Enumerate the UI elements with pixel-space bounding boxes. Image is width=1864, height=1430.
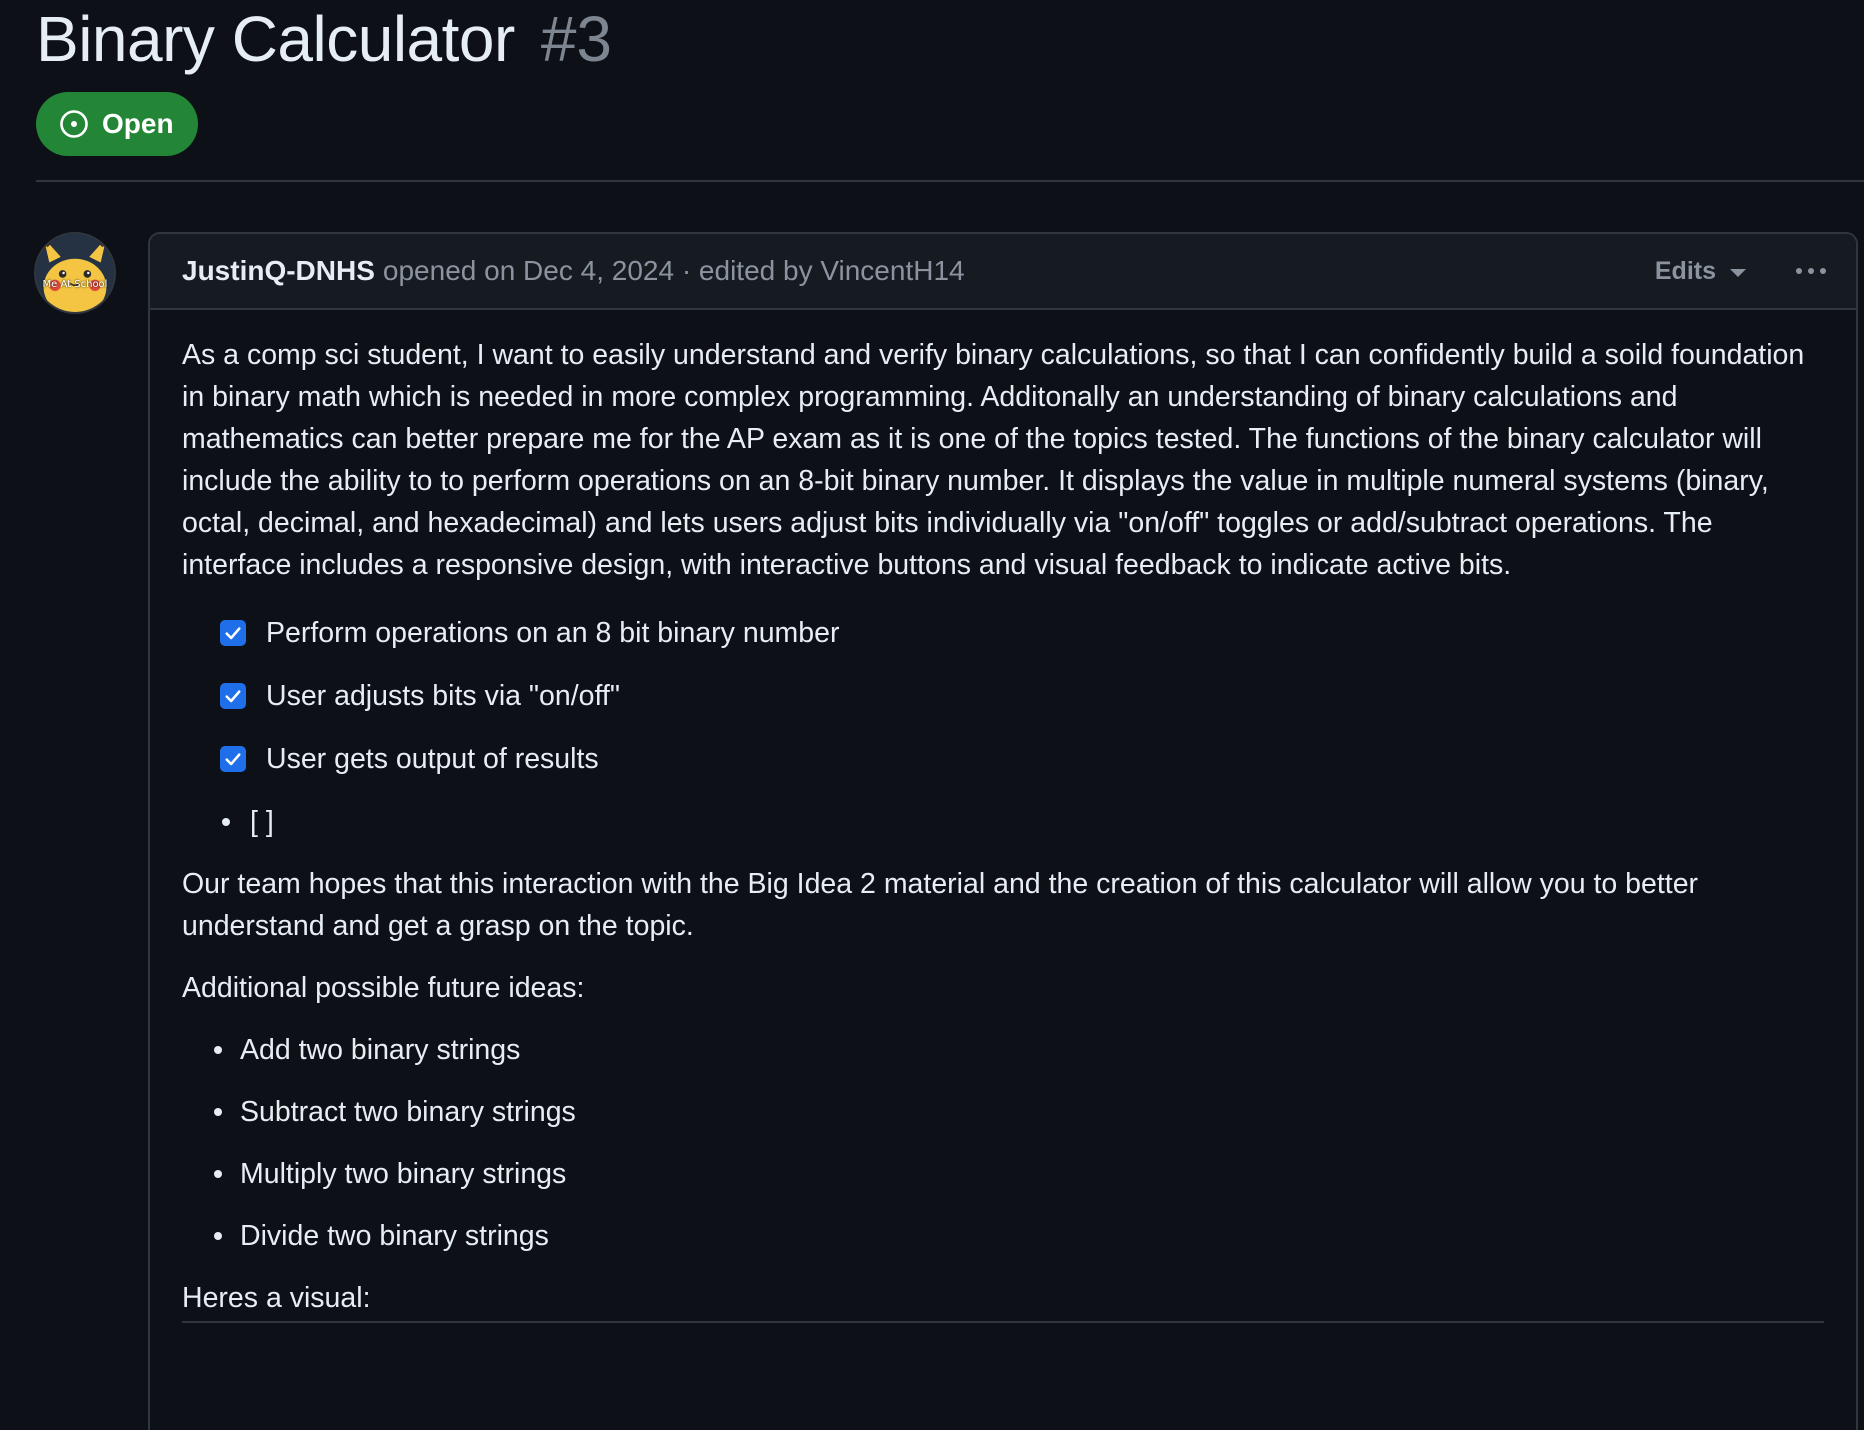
ideas-heading: Additional possible future ideas: <box>182 972 585 1004</box>
bullet-icon <box>214 1232 222 1240</box>
avatar-caption: Me At School <box>42 279 108 290</box>
task-item: Perform operations on an 8 bit binary nu… <box>220 612 1824 654</box>
header-divider <box>36 180 1864 182</box>
list-item: Subtract two binary strings <box>214 1091 1824 1133</box>
list-item: Multiply two binary strings <box>214 1153 1824 1195</box>
idea-text: Divide two binary strings <box>240 1220 549 1252</box>
bullet-icon <box>214 1046 222 1054</box>
bullet-icon <box>222 818 230 826</box>
visual-heading: Heres a visual: <box>182 1277 1824 1323</box>
bullet-icon <box>214 1170 222 1178</box>
edits-dropdown[interactable]: Edits <box>1655 257 1746 286</box>
task-label: User gets output of results <box>266 743 599 775</box>
issue-comment: JustinQ-DNHS opened on Dec 4, 2024 · edi… <box>148 232 1858 1430</box>
author-avatar[interactable]: Me At School <box>34 232 116 314</box>
intro-paragraph: As a comp sci student, I want to easily … <box>182 339 1805 581</box>
issue-state-label: Open <box>102 108 174 139</box>
comment-header: JustinQ-DNHS opened on Dec 4, 2024 · edi… <box>150 234 1856 310</box>
task-label: Perform operations on an 8 bit binary nu… <box>266 617 840 649</box>
pikachu-avatar-icon <box>36 234 114 312</box>
issue-title-row: Binary Calculator #3 <box>36 2 612 76</box>
task-item: User adjusts bits via "on/off" <box>220 675 1824 717</box>
closing-paragraph: Our team hopes that this interaction wit… <box>182 868 1699 942</box>
edits-label: Edits <box>1654 256 1716 285</box>
editor-link[interactable]: VincentH14 <box>820 255 964 286</box>
task-list: Perform operations on an 8 bit binary nu… <box>182 612 1824 843</box>
empty-task-item: [ ] <box>220 801 1824 843</box>
list-item: Divide two binary strings <box>214 1215 1824 1257</box>
author-link[interactable]: JustinQ-DNHS <box>182 255 375 287</box>
list-item: Add two binary strings <box>214 1029 1824 1071</box>
empty-task-text: [ ] <box>250 806 274 838</box>
issue-opened-icon <box>58 108 90 140</box>
idea-text: Multiply two binary strings <box>240 1158 567 1190</box>
bullet-icon <box>214 1108 222 1116</box>
opened-meta: opened on Dec 4, 2024 · edited by Vincen… <box>383 255 965 287</box>
comment-body: As a comp sci student, I want to easily … <box>150 310 1856 1323</box>
idea-text: Subtract two binary strings <box>240 1096 576 1128</box>
issue-state-badge: Open <box>36 92 198 156</box>
edited-by-label: edited by <box>698 255 813 286</box>
task-item: User gets output of results <box>220 738 1824 780</box>
kebab-menu-icon[interactable] <box>1796 268 1826 274</box>
idea-text: Add two binary strings <box>240 1034 521 1066</box>
checkbox-checked-icon[interactable] <box>220 746 246 772</box>
checkbox-checked-icon[interactable] <box>220 683 246 709</box>
issue-page: Binary Calculator #3 Open Me At School J… <box>0 0 1864 1430</box>
issue-number: #3 <box>540 3 612 75</box>
task-label: User adjusts bits via "on/off" <box>266 680 620 712</box>
chevron-down-icon <box>1730 268 1746 277</box>
opened-date: opened on Dec 4, 2024 · <box>382 255 692 286</box>
checkbox-checked-icon[interactable] <box>220 620 246 646</box>
issue-title: Binary Calculator <box>36 3 515 75</box>
ideas-list: Add two binary strings Subtract two bina… <box>182 1029 1824 1257</box>
